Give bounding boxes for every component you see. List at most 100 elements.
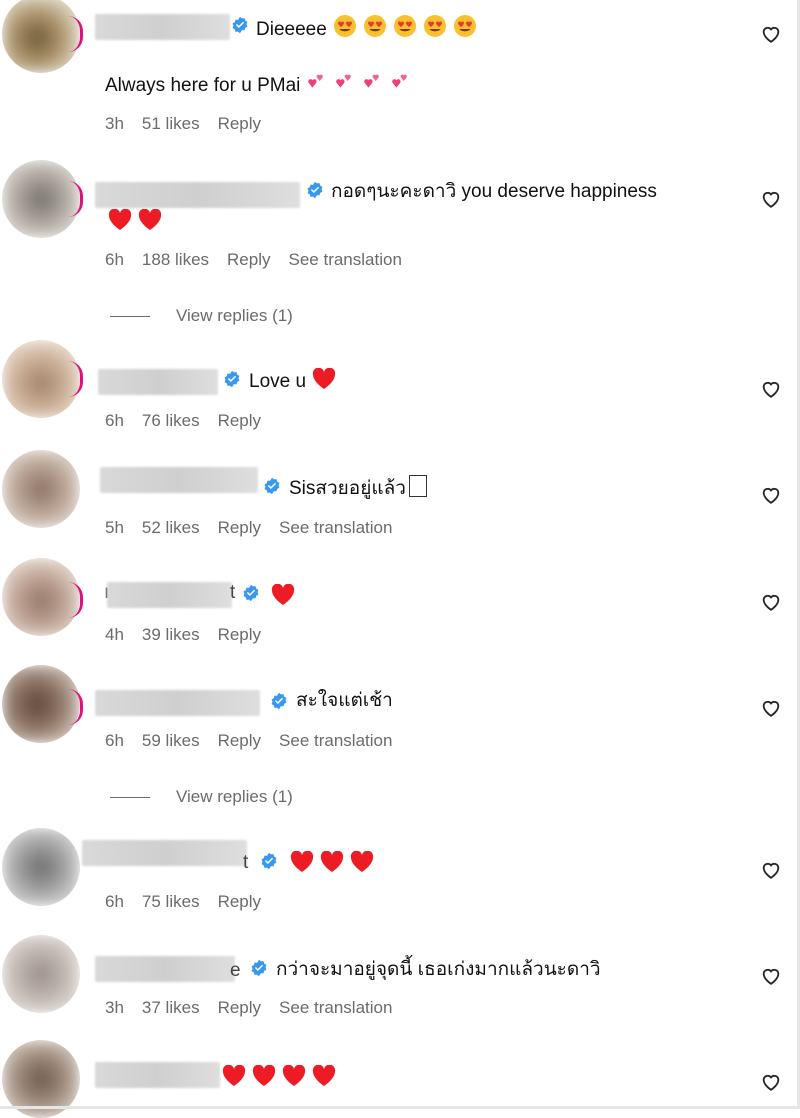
- username-fragment: e: [230, 960, 241, 981]
- comment-meta: 6h 75 likes Reply: [105, 892, 279, 912]
- view-replies-button[interactable]: View replies (1): [110, 306, 293, 326]
- two-hearts-emoji-icon: [364, 74, 380, 88]
- verified-badge-icon: [224, 370, 240, 388]
- red-hearts-group: [290, 851, 380, 875]
- see-translation-button[interactable]: See translation: [279, 518, 392, 538]
- heart-eyes-emoji-icon: [423, 15, 446, 37]
- red-heart-emoji-icon: [290, 851, 314, 872]
- red-heart-emoji-icon: [108, 209, 132, 230]
- username-blurred[interactable]: [107, 582, 232, 608]
- reply-button[interactable]: Reply: [218, 998, 261, 1018]
- username-blurred[interactable]: [98, 369, 218, 395]
- story-ring: [68, 582, 83, 618]
- red-heart-emoji-icon: [252, 1065, 276, 1086]
- reply-button[interactable]: Reply: [218, 518, 261, 538]
- like-heart-icon[interactable]: [760, 378, 782, 400]
- story-ring: [68, 689, 83, 725]
- red-heart-emoji-icon: [222, 1065, 246, 1086]
- comment-time: 6h: [105, 411, 124, 430]
- red-heart-emoji-icon: [320, 851, 344, 872]
- like-heart-icon[interactable]: [760, 591, 782, 613]
- comment-time: 3h: [105, 114, 124, 133]
- comment-meta: 3h 51 likes Reply: [105, 114, 279, 134]
- two-hearts-emoji-icon: [336, 74, 352, 88]
- comment-time: 6h: [105, 731, 124, 750]
- likes-count[interactable]: 39 likes: [142, 625, 200, 645]
- avatar[interactable]: [2, 450, 80, 528]
- verified-badge-icon: [264, 477, 280, 495]
- comments-list: Dieeeee Always here for u PMai 3h 51 lik…: [0, 0, 800, 1118]
- view-replies-label: View replies (1): [176, 306, 293, 325]
- heart-eyes-emoji-group: [327, 15, 477, 40]
- username-blurred[interactable]: [95, 956, 235, 982]
- red-heart-emoji-icon: [282, 1065, 306, 1086]
- see-translation-button[interactable]: See translation: [279, 731, 392, 751]
- view-replies-button[interactable]: View replies (1): [110, 787, 293, 807]
- comment-time: 5h: [105, 518, 124, 537]
- red-heart-emoji-icon: [138, 209, 162, 230]
- like-heart-icon[interactable]: [760, 859, 782, 881]
- likes-count[interactable]: 52 likes: [142, 518, 200, 538]
- heart-eyes-emoji-icon: [393, 15, 416, 37]
- comment-meta: 3h 37 likes Reply See translation: [105, 998, 410, 1018]
- like-heart-icon[interactable]: [760, 697, 782, 719]
- likes-count[interactable]: 37 likes: [142, 998, 200, 1018]
- comment-meta: 4h 39 likes Reply: [105, 625, 279, 645]
- comment-time: 4h: [105, 625, 124, 644]
- two-hearts-emoji-group: [300, 74, 412, 96]
- likes-count[interactable]: 51 likes: [142, 114, 200, 134]
- comment-time: 6h: [105, 892, 124, 911]
- verified-badge-icon: [271, 692, 287, 710]
- username-blurred[interactable]: [95, 690, 260, 716]
- story-ring: [68, 361, 83, 397]
- comment-text: Dieeeee: [256, 14, 477, 43]
- reply-button[interactable]: Reply: [218, 411, 261, 431]
- verified-badge-icon: [261, 852, 277, 870]
- reply-button[interactable]: Reply: [218, 625, 261, 645]
- red-heart-emoji-icon: [312, 368, 336, 389]
- comment-text: Love u: [249, 368, 336, 395]
- comment-meta: 5h 52 likes Reply See translation: [105, 518, 410, 538]
- comment-text: กว่าจะมาอยู่จุดนี้ เธอเก่งมากแล้วนะดาวิ: [276, 959, 601, 980]
- avatar[interactable]: [2, 935, 80, 1013]
- like-heart-icon[interactable]: [760, 965, 782, 987]
- like-heart-icon[interactable]: [760, 23, 782, 45]
- view-replies-label: View replies (1): [176, 787, 293, 806]
- replies-divider: [110, 315, 150, 317]
- username-fragment: t: [243, 852, 249, 873]
- comment-meta: 6h 188 likes Reply See translation: [105, 250, 420, 270]
- see-translation-button[interactable]: See translation: [279, 998, 392, 1018]
- username-blurred[interactable]: [100, 467, 258, 493]
- reply-button[interactable]: Reply: [227, 250, 270, 270]
- likes-count[interactable]: 188 likes: [142, 250, 209, 270]
- reply-button[interactable]: Reply: [218, 731, 261, 751]
- username-blurred[interactable]: [95, 1062, 220, 1088]
- like-heart-icon[interactable]: [760, 188, 782, 210]
- comment-time: 6h: [105, 250, 124, 269]
- verified-badge-icon: [307, 181, 323, 199]
- username-blurred[interactable]: [95, 182, 300, 208]
- reply-button[interactable]: Reply: [218, 892, 261, 912]
- red-heart-emoji-icon: [271, 584, 295, 605]
- comment-text: สะใจแต่เช้า: [296, 690, 393, 711]
- verified-badge-icon: [232, 16, 248, 34]
- like-heart-icon[interactable]: [760, 484, 782, 506]
- like-heart-icon[interactable]: [760, 1071, 782, 1093]
- two-hearts-emoji-icon: [392, 74, 408, 88]
- reply-button[interactable]: Reply: [218, 114, 261, 134]
- see-translation-button[interactable]: See translation: [289, 250, 402, 270]
- username-blurred[interactable]: [82, 840, 247, 866]
- likes-count[interactable]: 59 likes: [142, 731, 200, 751]
- red-heart-emoji-icon: [312, 1065, 336, 1086]
- comment-meta: 6h 76 likes Reply: [105, 411, 279, 431]
- username-blurred[interactable]: [95, 14, 230, 40]
- likes-count[interactable]: 76 likes: [142, 411, 200, 431]
- comment-text: Sisสวยอยู่แล้ว: [289, 475, 427, 502]
- avatar[interactable]: [2, 828, 80, 906]
- verified-badge-icon: [251, 959, 267, 977]
- comment-time: 3h: [105, 998, 124, 1017]
- likes-count[interactable]: 75 likes: [142, 892, 200, 912]
- story-ring: [68, 16, 83, 52]
- heart-eyes-emoji-icon: [363, 15, 386, 37]
- red-hearts-group: [108, 209, 168, 233]
